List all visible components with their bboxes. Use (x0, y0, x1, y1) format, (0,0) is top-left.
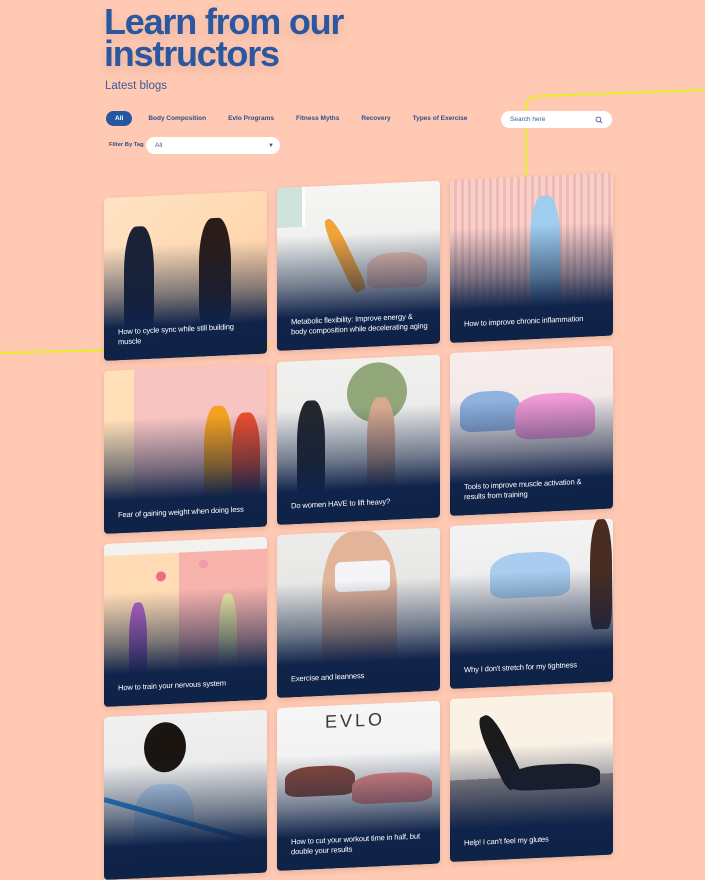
search-box (501, 111, 612, 128)
card-overlay (104, 758, 267, 880)
search-input[interactable] (510, 116, 590, 123)
blog-card[interactable]: EVLO How to cut your workout time in hal… (277, 700, 440, 871)
filter-by-tag-label: Filter By Tag (109, 142, 144, 148)
tab-all[interactable]: All (106, 111, 133, 126)
blog-card[interactable]: Why I don't stretch for my tightness (450, 518, 613, 689)
blog-card[interactable]: Exercise and leanness (277, 527, 440, 698)
blog-card[interactable]: How to improve chronic inflammation (450, 172, 613, 343)
category-tabs: All Body Composition Evlo Programs Fitne… (106, 111, 489, 126)
tag-filter-value: All (155, 142, 163, 149)
evlo-logo: EVLO (325, 709, 386, 732)
tab-recovery[interactable]: Recovery (361, 115, 390, 122)
caret-down-icon: ▼ (268, 142, 274, 149)
page-title: Learn from our instructors (104, 4, 344, 72)
blog-card[interactable]: Tools to improve muscle activation & res… (450, 345, 613, 516)
page-subtitle: Latest blogs (105, 80, 168, 92)
blog-card[interactable]: How to train your nervous system (104, 536, 267, 707)
blog-card[interactable]: Help! I can't feel my glutes (450, 691, 613, 862)
search-icon[interactable] (595, 116, 603, 124)
tab-types-of-exercise[interactable]: Types of Exercise (413, 115, 468, 122)
title-line-2: instructors (104, 33, 280, 74)
blog-card[interactable]: How to cycle sync while still building m… (104, 190, 267, 361)
tag-filter-select[interactable]: All ▼ (146, 137, 280, 154)
blog-card[interactable]: Do women HAVE to lift heavy? (277, 354, 440, 525)
tab-body-composition[interactable]: Body Composition (148, 115, 206, 122)
blog-card[interactable]: Fear of gaining weight when doing less (104, 363, 267, 534)
blog-card[interactable]: Metabolic flexibility: Improve energy & … (277, 180, 440, 351)
blog-card[interactable] (104, 709, 267, 880)
tab-fitness-myths[interactable]: Fitness Myths (296, 115, 339, 122)
tab-evlo-programs[interactable]: Evlo Programs (228, 115, 274, 122)
